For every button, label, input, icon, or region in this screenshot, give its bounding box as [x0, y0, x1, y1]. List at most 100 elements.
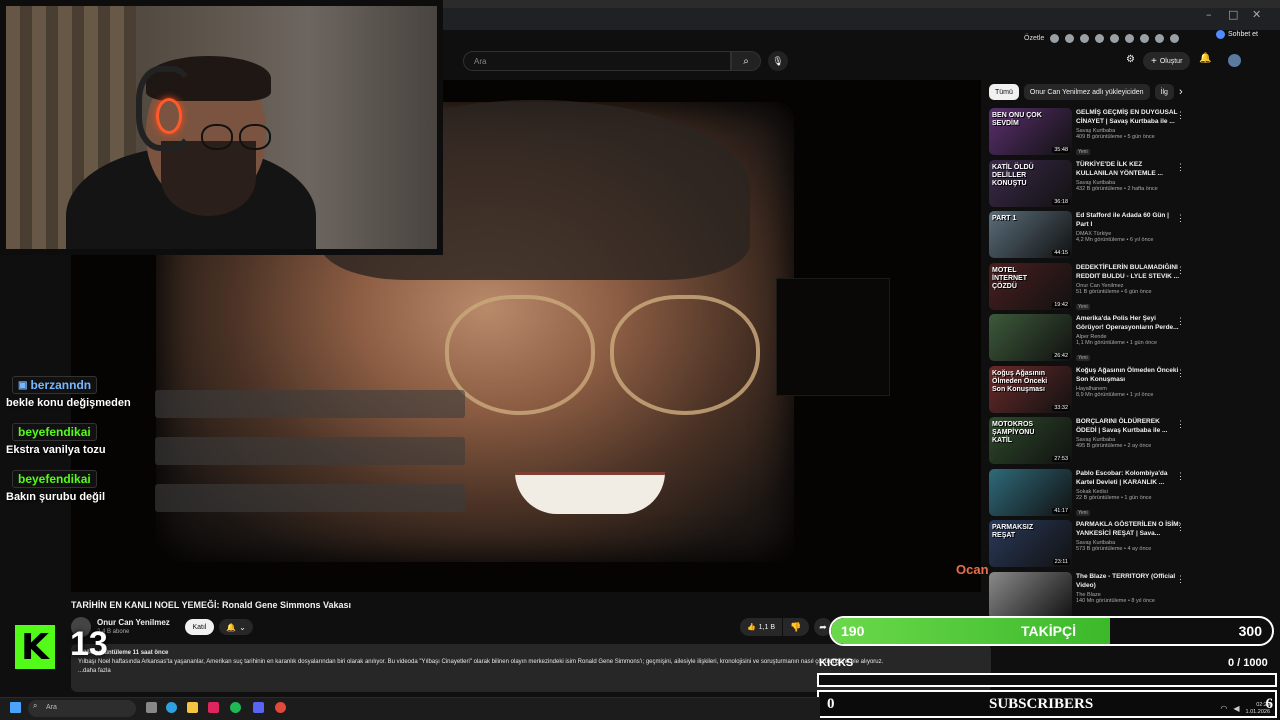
- search-button[interactable]: ⌕: [731, 51, 761, 71]
- taskbar-search[interactable]: Ara: [28, 700, 136, 717]
- more-options-icon[interactable]: ⋮: [1176, 162, 1185, 173]
- recommended-meta: 8,9 Mn görüntüleme • 1 yıl önce: [1076, 391, 1154, 398]
- more-menu-icon[interactable]: [1170, 33, 1180, 43]
- video-thumbnail[interactable]: 41:17: [989, 468, 1072, 516]
- kicks-label: KICKS: [819, 657, 854, 669]
- copilot-icon[interactable]: [1050, 33, 1060, 43]
- video-frame-glasses-left: [445, 295, 595, 415]
- favorite-star-icon[interactable]: [1080, 33, 1090, 43]
- video-thumbnail[interactable]: Koğuş Ağasının Ölmeden Önceki Son Konuşm…: [989, 365, 1072, 413]
- video-thumbnail[interactable]: MOTEL İNTERNET ÇÖZDÜ 19:42: [989, 262, 1072, 310]
- video-thumbnail[interactable]: [989, 571, 1072, 619]
- more-options-icon[interactable]: ⋮: [1176, 522, 1185, 533]
- like-count: 1,1 B: [758, 623, 776, 631]
- recommended-video[interactable]: MOTOKROS ŞAMPİYONU KATİL 27:53 BORÇLARINI …: [989, 417, 1189, 469]
- recommended-video[interactable]: 26:42 Amerika'da Polis Her Şeyi Görüyor! …: [989, 314, 1189, 366]
- recommended-meta: 140 Mn görüntüleme • 8 yıl önce: [1076, 597, 1155, 604]
- recommended-title[interactable]: The Blaze - TERRITORY (Official Video): [1076, 572, 1181, 590]
- chevron-right-icon[interactable]: ›: [1179, 86, 1183, 98]
- recommended-title[interactable]: GELMİŞ GEÇMİŞ EN DUYGUSAL CİNAYET | Sava…: [1076, 108, 1181, 126]
- recommended-title[interactable]: TÜRKİYE'DE İLK KEZ KULLANILAN YÖNTEMLE .…: [1076, 160, 1181, 178]
- create-button[interactable]: + Oluştur: [1143, 52, 1191, 70]
- video-duration: 44:15: [1052, 250, 1070, 256]
- cast-icon[interactable]: ⚙: [1126, 54, 1135, 65]
- account-avatar[interactable]: [1228, 54, 1241, 67]
- video-title: TARİHİN EN KANLI NOEL YEMEĞİ: Ronald Gen…: [71, 600, 352, 610]
- video-thumbnail[interactable]: BEN ONU ÇOK SEVDİM 35:48: [989, 108, 1072, 155]
- join-button[interactable]: Katıl: [185, 619, 214, 635]
- follower-goal-bar: 190 TAKİPÇİ 300: [829, 616, 1274, 646]
- recommended-title[interactable]: Amerika'da Polis Her Şeyi Görüyor! Opera…: [1076, 314, 1181, 332]
- profile-icon[interactable]: [1155, 33, 1165, 43]
- recommended-video[interactable]: BEN ONU ÇOK SEVDİM 35:48 GELMİŞ GEÇMİŞ EN …: [989, 108, 1189, 160]
- recommended-title[interactable]: Pablo Escobar: Kolombiya'da Kartel Devle…: [1076, 469, 1181, 487]
- start-menu-icon[interactable]: [10, 702, 21, 713]
- more-options-icon[interactable]: ⋮: [1176, 110, 1185, 121]
- app-icon[interactable]: [208, 702, 219, 713]
- kicks-goal-bar: [817, 673, 1277, 687]
- read-aloud-icon[interactable]: [1065, 33, 1075, 43]
- recommended-title[interactable]: DEDEKTİFLERİN BULAMADIĞINI REDDIT BULDU …: [1076, 263, 1181, 281]
- twitch-icon: ▣: [18, 379, 28, 391]
- copilot-chat-button[interactable]: Sohbet et: [1216, 30, 1258, 39]
- task-view-icon[interactable]: [146, 702, 157, 713]
- spotify-icon[interactable]: [230, 702, 241, 713]
- recommended-title[interactable]: Ed Stafford ile Adada 60 Gün | Part I: [1076, 211, 1181, 229]
- obs-icon[interactable]: [275, 702, 286, 713]
- more-options-icon[interactable]: ⋮: [1176, 419, 1185, 430]
- more-options-icon[interactable]: ⋮: [1176, 316, 1185, 327]
- recommended-video[interactable]: 41:17 Pablo Escobar: Kolombiya'da Kartel …: [989, 468, 1189, 521]
- chip-related[interactable]: İlg: [1154, 84, 1174, 100]
- clock-time: 02:29: [1256, 701, 1270, 708]
- wifi-icon[interactable]: ◠: [1220, 704, 1227, 713]
- subscribe-bell-button[interactable]: 🔔 ⌄: [219, 619, 253, 635]
- recommended-meta: 4,2 Mn görüntüleme • 6 yıl önce: [1076, 237, 1154, 243]
- video-duration: 26:42: [1052, 353, 1070, 359]
- video-thumbnail[interactable]: KATİL ÖLDÜ DELİLLER KONUŞTU 36:18: [989, 159, 1072, 207]
- more-options-icon[interactable]: ⋮: [1176, 265, 1185, 276]
- minimize-button[interactable]: –: [1206, 8, 1212, 21]
- recommended-video[interactable]: PARMAKSIZ REŞAT 23:11 PARMAKLA GÖSTERİLEN …: [989, 520, 1189, 572]
- video-thumbnail[interactable]: PART 1 44:15: [989, 211, 1072, 258]
- downloads-icon[interactable]: [1125, 33, 1135, 43]
- video-duration: 35:48: [1052, 147, 1070, 153]
- recommended-title[interactable]: Koğuş Ağasının Ölmeden Önceki Son Konuşm…: [1076, 366, 1181, 384]
- recommended-video[interactable]: Koğuş Ağasının Ölmeden Önceki Son Konuşm…: [989, 365, 1189, 418]
- settings-icon[interactable]: [1140, 33, 1150, 43]
- recommended-title[interactable]: BORÇLARINI ÖLDÜREREK ÖDEDİ | Savaş Kurtb…: [1076, 417, 1181, 435]
- more-options-icon[interactable]: ⋮: [1176, 471, 1185, 482]
- search-input[interactable]: Ara: [463, 51, 731, 71]
- extension-icon[interactable]: [1095, 33, 1105, 43]
- chip-all[interactable]: Tümü: [989, 84, 1019, 100]
- video-thumbnail[interactable]: MOTOKROS ŞAMPİYONU KATİL 27:53: [989, 417, 1072, 464]
- more-options-icon[interactable]: ⋮: [1176, 574, 1185, 585]
- recommended-video[interactable]: KATİL ÖLDÜ DELİLLER KONUŞTU 36:18 TÜRKİYE'…: [989, 159, 1189, 212]
- maximize-button[interactable]: □: [1228, 8, 1238, 21]
- notifications-bell-icon[interactable]: 🔔: [1199, 53, 1211, 64]
- edge-browser-icon[interactable]: [166, 702, 177, 713]
- collections-icon[interactable]: [1110, 33, 1120, 43]
- thumbs-down-icon: 👎: [790, 621, 802, 632]
- file-explorer-icon[interactable]: [187, 702, 198, 713]
- close-window-button[interactable]: ✕: [1252, 8, 1261, 21]
- chip-from-uploader[interactable]: Onur Can Yenilmez adlı yükleyiciden: [1023, 84, 1150, 100]
- video-thumbnail[interactable]: PARMAKSIZ REŞAT 23:11: [989, 520, 1072, 567]
- recommended-meta: 432 B görüntüleme • 2 hafta önce: [1076, 185, 1158, 192]
- thumbnail-text: MOTOKROS ŞAMPİYONU KATİL: [992, 421, 1035, 444]
- chat-message: bekle konu değişmeden: [6, 397, 131, 409]
- taskbar-clock[interactable]: 02:29 1.01.2026: [1246, 702, 1270, 716]
- recommended-video[interactable]: MOTEL İNTERNET ÇÖZDÜ 19:42 DEDEKTİFLERİN B…: [989, 262, 1189, 315]
- recommended-video[interactable]: PART 1 44:15 Ed Stafford ile Adada 60 Gün …: [989, 211, 1189, 263]
- volume-icon[interactable]: ◀: [1233, 704, 1239, 713]
- voice-search-button[interactable]: 🎙: [768, 51, 788, 71]
- summarize-button[interactable]: Özetle: [1024, 35, 1044, 42]
- thumbnail-text: PART 1: [992, 215, 1017, 222]
- more-options-icon[interactable]: ⋮: [1176, 368, 1185, 379]
- like-button[interactable]: 👍 1,1 B: [740, 618, 782, 636]
- recommended-title[interactable]: PARMAKLA GÖSTERİLEN O İSİM: YANKESİCİ RE…: [1076, 520, 1181, 538]
- video-thumbnail[interactable]: 26:42: [989, 314, 1072, 361]
- discord-icon[interactable]: [253, 702, 264, 713]
- more-options-icon[interactable]: ⋮: [1176, 213, 1185, 224]
- search-icon: ⌕: [743, 55, 749, 67]
- dislike-button[interactable]: 👎: [783, 618, 809, 636]
